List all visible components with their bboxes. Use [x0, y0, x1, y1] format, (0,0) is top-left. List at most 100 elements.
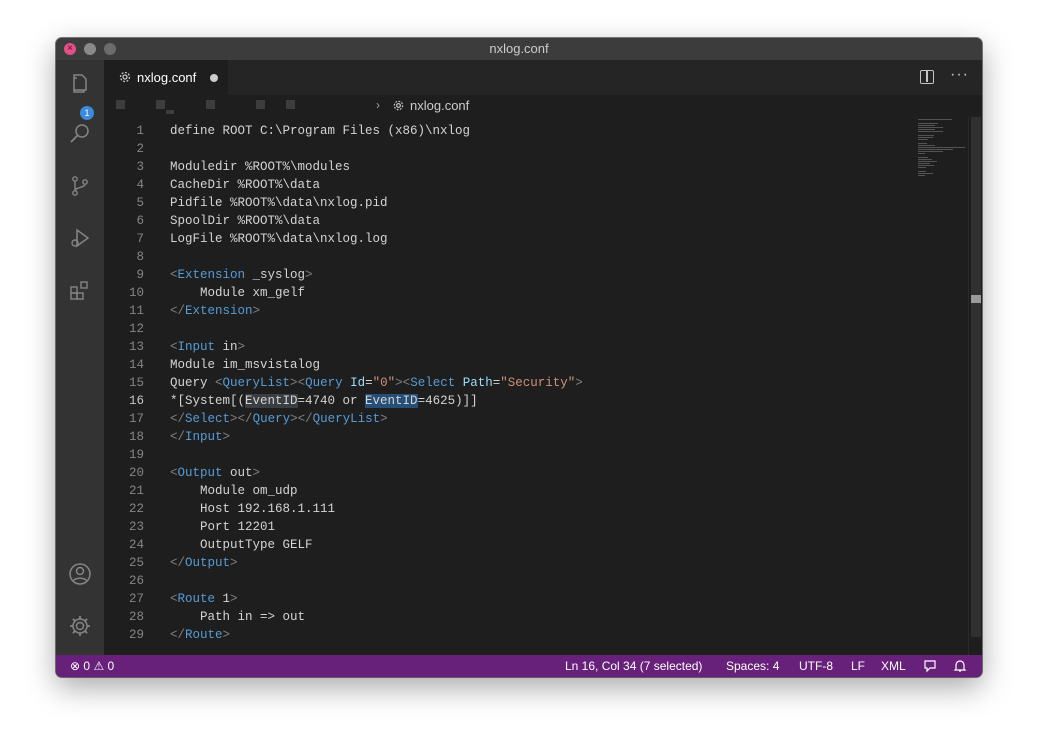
run-debug-icon	[71, 228, 90, 248]
unsaved-dot-icon[interactable]	[210, 74, 218, 82]
extensions-button[interactable]	[68, 278, 92, 302]
line-text: Port 12201	[170, 520, 276, 534]
code-line[interactable]: 18 </Input>	[104, 428, 914, 446]
code-line[interactable]: 15 Query <QueryList><Query Id="0"><Select…	[104, 374, 914, 392]
code-line[interactable]: 11 </Extension>	[104, 302, 914, 320]
code-line[interactable]: 19	[104, 446, 914, 464]
breadcrumb-segment[interactable]	[256, 100, 265, 109]
feedback-icon	[924, 660, 936, 673]
language-mode[interactable]: XML	[881, 655, 906, 677]
code-line[interactable]: 25 </Output>	[104, 554, 914, 572]
code-line[interactable]: 24 OutputType GELF	[104, 536, 914, 554]
close-window-button[interactable]: ×	[64, 43, 76, 55]
line-text: <Extension _syslog>	[170, 268, 313, 282]
line-text: OutputType GELF	[170, 538, 313, 552]
breadcrumb-file[interactable]: nxlog.conf	[410, 98, 469, 113]
code-line[interactable]: 21 Module om_udp	[104, 482, 914, 500]
code-line[interactable]: 6 SpoolDir %ROOT%\data	[104, 212, 914, 230]
line-number: 2	[136, 142, 144, 156]
code-line[interactable]: 7 LogFile %ROOT%\data\nxlog.log	[104, 230, 914, 248]
code-line[interactable]: 17 </Select></Query></QueryList>	[104, 410, 914, 428]
breadcrumb-segment[interactable]	[156, 100, 165, 109]
chevron-right-icon: ›	[376, 98, 380, 112]
split-editor-icon[interactable]	[920, 70, 934, 84]
problems-indicator[interactable]: ⊗ 0 ⚠ 0	[70, 655, 114, 677]
breadcrumb: › nxlog.conf	[104, 95, 982, 117]
end-of-line[interactable]: LF	[851, 655, 865, 677]
code-line[interactable]: 16 *[System[(EventID=4740 or EventID=4625…	[104, 392, 914, 410]
code-line[interactable]: 8	[104, 248, 914, 266]
search-button[interactable]	[68, 122, 92, 146]
tab-nxlog-conf[interactable]: nxlog.conf	[104, 60, 228, 95]
code-line[interactable]: 26	[104, 572, 914, 590]
code-line[interactable]: 29 </Route>	[104, 626, 914, 644]
window-title: nxlog.conf	[489, 41, 549, 56]
minimap-line	[918, 145, 935, 146]
line-text: Module om_udp	[170, 484, 298, 498]
settings-gear-icon	[70, 616, 90, 636]
code-line[interactable]: 20 <Output out>	[104, 464, 914, 482]
feedback-button[interactable]	[923, 659, 937, 673]
minimap-line	[918, 163, 930, 164]
minimap-line	[918, 139, 929, 140]
breadcrumb-segment[interactable]	[116, 100, 125, 109]
line-text: Module im_msvistalog	[170, 358, 321, 372]
line-number: 6	[136, 214, 144, 228]
maximize-window-button[interactable]	[104, 43, 116, 55]
code-line[interactable]: 2	[104, 140, 914, 158]
code-line[interactable]: 9 <Extension _syslog>	[104, 266, 914, 284]
scrollbar-thumb[interactable]	[971, 117, 981, 637]
more-actions-icon[interactable]: ···	[950, 66, 969, 84]
line-number: 7	[136, 232, 144, 246]
code-line[interactable]: 14 Module im_msvistalog	[104, 356, 914, 374]
code-line[interactable]: 3 Moduledir %ROOT%\modules	[104, 158, 914, 176]
gear-file-icon	[119, 71, 131, 83]
breadcrumb-segment[interactable]	[286, 100, 295, 109]
line-text: Moduledir %ROOT%\modules	[170, 160, 351, 174]
minimap-line	[918, 159, 933, 160]
code-line[interactable]: 22 Host 192.168.1.111	[104, 500, 914, 518]
line-text: </Extension>	[170, 304, 261, 318]
minimap[interactable]	[918, 117, 968, 177]
breadcrumb-segment[interactable]	[166, 110, 174, 114]
extensions-icon	[70, 281, 88, 300]
account-button[interactable]	[68, 562, 92, 586]
code-line[interactable]: 1 define ROOT C:\Program Files (x86)\nxlo…	[104, 122, 914, 140]
line-text: <Route 1>	[170, 592, 238, 606]
code-line[interactable]: 4 CacheDir %ROOT%\data	[104, 176, 914, 194]
code-line[interactable]: 28 Path in => out	[104, 608, 914, 626]
explorer-button[interactable]	[68, 72, 92, 96]
code-line[interactable]: 10 Module xm_gelf	[104, 284, 914, 302]
line-number: 21	[128, 484, 144, 498]
vertical-scrollbar[interactable]	[968, 117, 982, 655]
encoding[interactable]: UTF-8	[799, 655, 833, 677]
line-text: SpoolDir %ROOT%\data	[170, 214, 321, 228]
account-icon	[69, 563, 91, 585]
code-line[interactable]: 5 Pidfile %ROOT%\data\nxlog.pid	[104, 194, 914, 212]
line-text: <Output out>	[170, 466, 261, 480]
cursor-position[interactable]: Ln 16, Col 34 (7 selected)	[565, 655, 702, 677]
source-control-button[interactable]	[68, 174, 92, 198]
line-number: 18	[128, 430, 144, 444]
tab-label: nxlog.conf	[137, 70, 197, 85]
code-editor[interactable]: 1 define ROOT C:\Program Files (x86)\nxlo…	[104, 117, 982, 655]
line-text: </Input>	[170, 430, 231, 444]
minimize-window-button[interactable]	[84, 43, 96, 55]
line-number: 5	[136, 196, 144, 210]
line-number: 22	[128, 502, 144, 516]
run-debug-button[interactable]	[68, 226, 92, 250]
manage-settings-button[interactable]	[68, 614, 92, 638]
code-line[interactable]: 12	[104, 320, 914, 338]
status-bar: ⊗ 0 ⚠ 0 Ln 16, Col 34 (7 selected) Space…	[56, 655, 982, 677]
code-line[interactable]: 13 <Input in>	[104, 338, 914, 356]
breadcrumb-segment[interactable]	[206, 100, 215, 109]
line-number: 13	[128, 340, 144, 354]
warning-icon: ⚠	[93, 659, 105, 673]
editor-window: × nxlog.conf 1 nxlog.conf ··· › nxlog.co…	[56, 38, 982, 677]
code-line[interactable]: 23 Port 12201	[104, 518, 914, 536]
indentation[interactable]: Spaces: 4	[726, 655, 779, 677]
minimap-line	[918, 173, 934, 174]
line-text: CacheDir %ROOT%\data	[170, 178, 321, 192]
notifications-button[interactable]	[953, 659, 967, 673]
code-line[interactable]: 27 <Route 1>	[104, 590, 914, 608]
